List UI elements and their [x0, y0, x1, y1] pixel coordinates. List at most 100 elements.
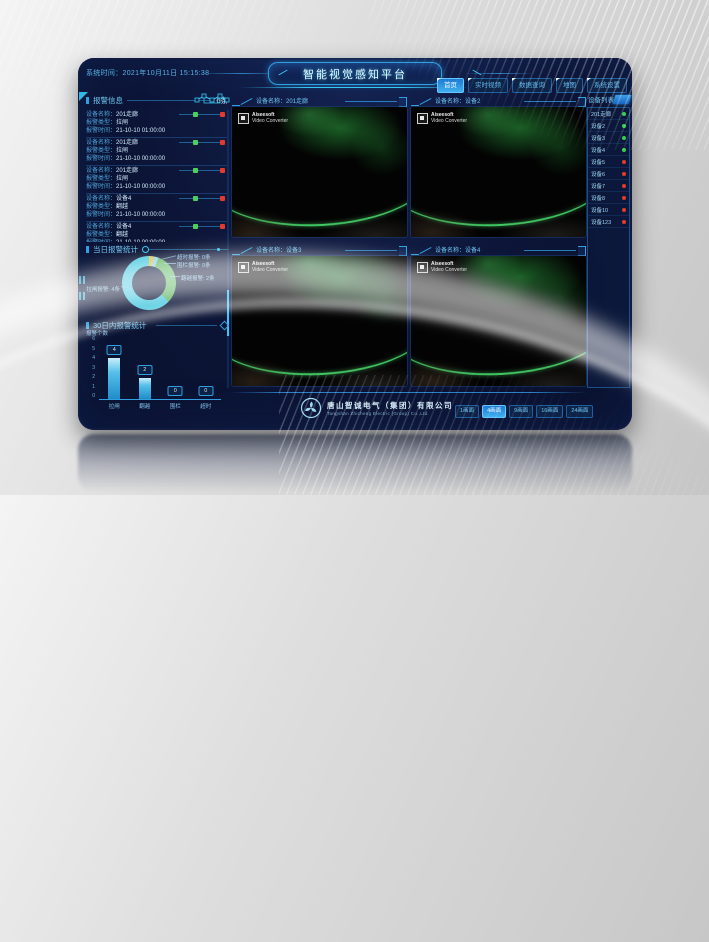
video-panel-header: 设备名称：设备2	[411, 94, 586, 107]
alarm-unhandled-indicator[interactable]	[220, 224, 225, 229]
device-name: 设备5	[591, 158, 605, 166]
device-name: 201走廊	[591, 110, 611, 118]
alarm-list-item[interactable]: 设备名称：设备4 报警类型：翻越 报警时间：21-10-10 00:00:00	[86, 221, 227, 242]
device-list-item[interactable]: 设备5	[588, 156, 629, 168]
device-list-header: 设备列表	[588, 94, 630, 104]
device-list-tab[interactable]	[613, 95, 632, 104]
alarm-unhandled-indicator[interactable]	[220, 140, 225, 145]
alarm-list-item[interactable]: 设备名称：201走廊 报警类型：拉闸 报警时间：21-10-10 00:00:0…	[86, 137, 227, 165]
donut-label-climb: 翻越报警: 2条	[181, 274, 215, 282]
nav-tab-home[interactable]: 首页	[437, 78, 464, 93]
company-name-cn: 唐山智诚电气（集团）有限公司	[327, 400, 453, 411]
device-name: 设备10	[591, 206, 608, 214]
device-value: 设备4	[116, 196, 131, 202]
alarm-actions	[179, 196, 225, 201]
ytick: 3	[86, 366, 95, 371]
view-4-button[interactable]: 4画面	[482, 405, 506, 418]
video-panel-4: 设备名称：设备4 AiseesoftVideo Converter	[411, 243, 586, 388]
status-dot	[622, 148, 626, 152]
video-feed[interactable]: AiseesoftVideo Converter	[411, 256, 586, 386]
device-name: 设备4	[591, 146, 605, 154]
time-value: 21-10-10 00:00:00	[116, 240, 165, 242]
device-value: 201走廊	[116, 112, 138, 118]
device-name: 设备2	[591, 122, 605, 130]
status-dot	[622, 220, 626, 224]
alarm-list-item[interactable]: 设备名称：设备4 报警类型：翻越 报警时间：21-10-10 00:00:00	[86, 193, 227, 221]
device-name: 设备7	[591, 182, 605, 190]
aurora-arc	[232, 122, 407, 232]
video-feed[interactable]: AiseesoftVideo Converter	[232, 256, 407, 386]
bullet-icon	[86, 97, 89, 104]
header-rule	[524, 250, 576, 251]
view-9-button[interactable]: 9画面	[509, 405, 533, 418]
video-panel-header: 设备名称：201走廊	[232, 94, 407, 107]
alarm-handled-indicator[interactable]	[193, 112, 198, 117]
alarm-handled-indicator[interactable]	[193, 196, 198, 201]
xtick: 围栏	[160, 402, 191, 410]
nav-tab-settings[interactable]: 系统设置	[587, 78, 627, 93]
bullet-icon	[86, 246, 89, 253]
alarm-handled-indicator[interactable]	[193, 140, 198, 145]
alarm-actions	[179, 140, 225, 145]
bar-slot: 4	[99, 337, 130, 399]
topology-icon	[194, 92, 230, 107]
device-list-item[interactable]: 设备3	[588, 132, 629, 144]
video-panel-3: 设备名称：设备3 AiseesoftVideo Converter	[232, 243, 407, 388]
alarm-actions	[179, 224, 225, 229]
alarm-handled-indicator[interactable]	[193, 168, 198, 173]
watermark-line2: Video Converter	[252, 268, 288, 274]
video-device-name: 设备4	[465, 248, 480, 254]
time-label: 报警时间：	[86, 240, 116, 242]
alarm-handled-indicator[interactable]	[193, 224, 198, 229]
device-list-item[interactable]: 设备6	[588, 168, 629, 180]
device-list-item[interactable]: 201走廊	[588, 108, 629, 120]
alarm-list-item[interactable]: 设备名称：201走廊 报警类型：拉闸 报警时间：21-10-10 01:00:0…	[86, 110, 227, 137]
callout-line	[164, 263, 176, 264]
video-label-prefix: 设备名称：	[256, 248, 286, 254]
bracket-icon	[578, 97, 586, 107]
nav-tab-data-query[interactable]: 数据查询	[512, 78, 552, 93]
view-24-button[interactable]: 24画面	[566, 405, 593, 418]
status-dot	[622, 196, 626, 200]
video-feed[interactable]: AiseesoftVideo Converter	[411, 107, 586, 237]
device-list-item[interactable]: 设备123	[588, 216, 629, 228]
bar-slot: 0	[191, 337, 222, 399]
type-label: 报警类型：	[86, 148, 116, 154]
device-list-item[interactable]: 设备10	[588, 204, 629, 216]
time-value: 21-10-10 00:00:00	[116, 156, 165, 162]
type-label: 报警类型：	[86, 120, 116, 126]
watermark-icon	[238, 113, 249, 124]
ytick: 4	[86, 356, 95, 361]
alarm-panel-title: 报警信息	[93, 95, 123, 106]
time-label: 报警时间：	[86, 184, 116, 190]
nav-tab-live-video[interactable]: 实时视频	[468, 78, 508, 93]
aurora-arc	[411, 271, 586, 381]
time-label: 报警时间：	[86, 128, 116, 134]
device-list-title: 设备列表	[588, 94, 614, 104]
device-value: 设备4	[116, 224, 131, 230]
alarm-unhandled-indicator[interactable]	[220, 168, 225, 173]
watermark-icon	[238, 262, 249, 273]
page-title: 智能视觉感知平台	[303, 66, 407, 82]
device-list-item[interactable]: 设备8	[588, 192, 629, 204]
page-title-plate: 智能视觉感知平台	[268, 62, 442, 85]
nav-tab-map[interactable]: 地图	[556, 78, 583, 93]
alarm-list-item[interactable]: 设备名称：201走廊 报警类型：拉闸 报警时间：21-10-10 00:00:0…	[86, 165, 227, 193]
device-list-item[interactable]: 设备7	[588, 180, 629, 192]
alarm-unhandled-indicator[interactable]	[220, 196, 225, 201]
view-16-button[interactable]: 16画面	[536, 405, 563, 418]
device-list-item[interactable]: 设备4	[588, 144, 629, 156]
video-device-name: 201走廊	[286, 99, 308, 105]
bracket-icon	[578, 246, 586, 256]
view-1-button[interactable]: 1画面	[455, 405, 479, 418]
bar-chart-ylabel: 报警个数	[86, 329, 108, 337]
type-value: 拉闸	[116, 176, 128, 182]
xtick: 拉闸	[99, 402, 130, 410]
alarm-unhandled-indicator[interactable]	[220, 112, 225, 117]
alarm-actions	[179, 168, 225, 173]
video-feed[interactable]: AiseesoftVideo Converter	[232, 107, 407, 237]
donut-label-fence: 围栏报警: 0条	[177, 261, 211, 269]
type-value: 翻越	[116, 232, 128, 238]
device-list-item[interactable]: 设备2	[588, 120, 629, 132]
bracket-icon	[399, 246, 407, 256]
